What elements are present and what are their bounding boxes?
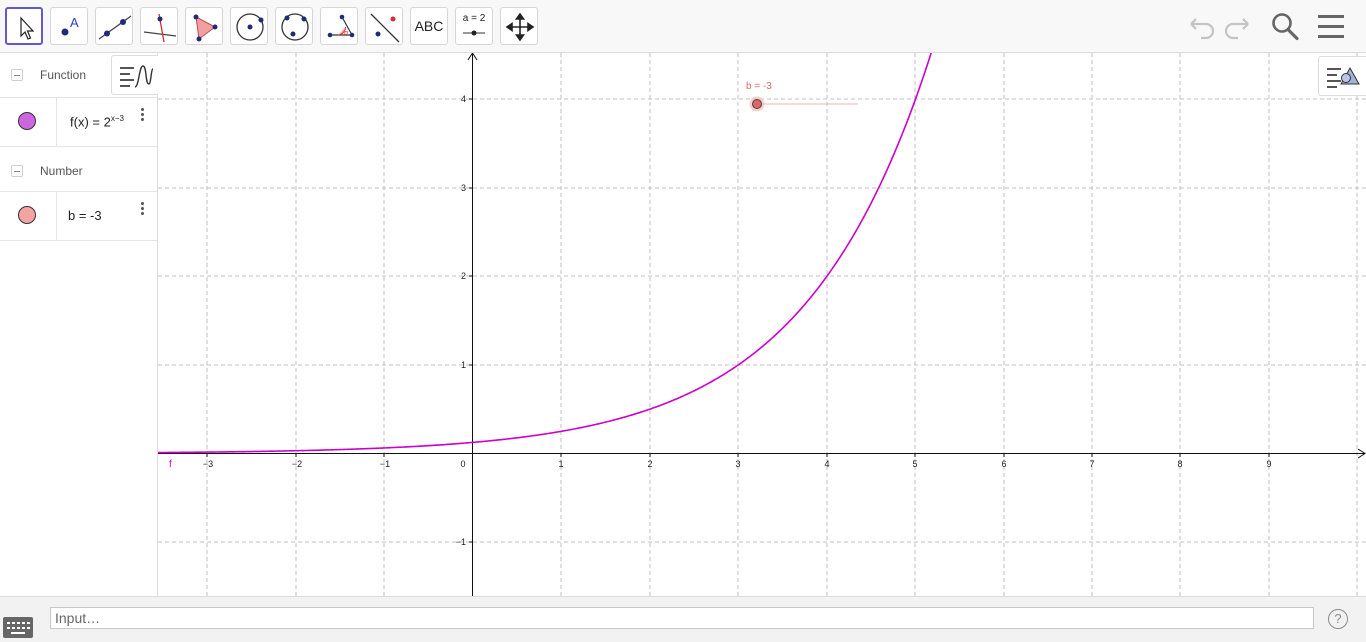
search-icon [1272,13,1299,41]
x-tick-label: −1 [380,459,390,469]
function-exponent: x−3 [110,114,124,123]
reflect-about-line-icon [370,13,400,43]
x-tick-label: 7 [1089,459,1094,469]
move-graphics-view-tool-button[interactable] [500,7,538,45]
search-button[interactable] [1268,10,1302,42]
graphics-view[interactable]: −3 −2 −1 0 1 2 3 4 5 6 7 8 9 −1 1 2 3 4 … [158,53,1366,596]
group-label: Function [40,68,87,82]
move-arrows-icon [505,12,535,42]
undo-icon [1190,18,1215,40]
equals-sign: = [88,114,104,130]
function-lhs: f(x) [70,114,89,130]
y-tick-labels: −1 1 2 3 4 [456,94,466,547]
line-tool-button[interactable] [95,7,133,45]
text-icon: ABC [414,18,444,34]
y-tick-label: 1 [461,360,466,370]
x-tick-label: 2 [647,459,652,469]
algebra-view: Function f(x) = 2x−3 Number b = -3 [0,53,158,596]
more-options-icon[interactable] [136,200,148,222]
slider-tool-button[interactable]: a = 2 [455,7,493,45]
style-bar-toggle-icon [120,65,154,88]
marble-cell [0,98,57,146]
x-tick-labels: −3 −2 −1 0 1 2 3 4 5 6 7 8 9 [203,459,1272,469]
y-tick-label: −1 [456,537,466,547]
input-bar: ? [0,596,1366,642]
visibility-toggle-marble[interactable] [18,112,36,130]
x-tick-label: 5 [912,459,917,469]
circle-center-point-tool-button[interactable] [230,7,268,45]
circle-three-points-tool-button[interactable] [275,7,313,45]
x-tick-label: 3 [735,459,740,469]
undo-button[interactable] [1184,10,1218,42]
polygon-tool-button[interactable] [185,7,223,45]
function-definition: f(x) = 2x−3 [70,114,124,129]
axes [158,53,1366,596]
angle-tool-button[interactable]: α [320,7,358,45]
circle-three-points-icon [281,13,309,41]
main-menu-button[interactable] [1315,10,1349,42]
reflect-tool-button[interactable] [365,7,403,45]
slider-icon [463,30,485,36]
origin-label: 0 [460,459,465,469]
point-tool-button[interactable]: A [50,7,88,45]
svg-text:α: α [344,29,349,37]
y-tick-label: 2 [461,271,466,281]
function-base: 2 [103,114,111,130]
hamburger-menu-icon [1318,15,1344,38]
text-tool-button[interactable]: ABC [410,7,448,45]
marble-cell [0,192,57,240]
polygon-icon [193,14,218,42]
group-header-number: Number [0,149,157,193]
group-label: Number [40,164,83,178]
algebra-item-function-f[interactable]: f(x) = 2x−3 [0,97,157,147]
toolbar: A α ABC a = 2 [0,0,1366,53]
angle-icon: α [327,14,355,38]
grid [158,53,1366,596]
slider-handle[interactable] [752,99,762,109]
x-tick-label: −3 [203,459,213,469]
x-tick-label: 4 [824,459,829,469]
redo-icon [1224,18,1249,40]
graphics-view-style-bar-button[interactable] [1318,56,1366,96]
more-options-icon[interactable] [136,106,148,128]
style-bar-toggle-icon [1327,66,1360,88]
point-A-icon: A [61,15,79,36]
perpendicular-line-icon [143,13,177,43]
collapse-toggle[interactable] [11,165,23,177]
redo-button[interactable] [1221,10,1255,42]
algebra-input-field[interactable] [50,607,1314,629]
function-label-f: f [169,459,172,470]
x-tick-label: −2 [292,459,302,469]
y-tick-label: 3 [461,183,466,193]
x-tick-label: 1 [558,459,563,469]
cursor-arrow-icon [20,16,35,40]
function-graph-f[interactable] [158,53,932,454]
x-tick-label: 9 [1266,459,1271,469]
x-tick-label: 8 [1177,459,1182,469]
y-tick-label: 4 [461,94,466,104]
visibility-toggle-marble[interactable] [18,206,36,224]
keyboard-toggle-button[interactable] [3,617,33,638]
slider-b[interactable]: b = -3 [746,81,858,112]
graphics-style-bar-button[interactable] [111,55,158,95]
circle-center-point-icon [236,13,264,41]
number-definition: b = -3 [68,208,102,223]
move-tool-button[interactable] [5,7,43,45]
perpendicular-line-tool-button[interactable] [140,7,178,45]
slider-caption: b = -3 [746,81,772,92]
line-through-points-icon [98,15,132,40]
algebra-item-number-b[interactable]: b = -3 [0,191,157,241]
help-button[interactable]: ? [1328,609,1348,629]
x-tick-label: 6 [1001,459,1006,469]
svg-text:A: A [70,15,79,30]
collapse-toggle[interactable] [11,69,23,81]
